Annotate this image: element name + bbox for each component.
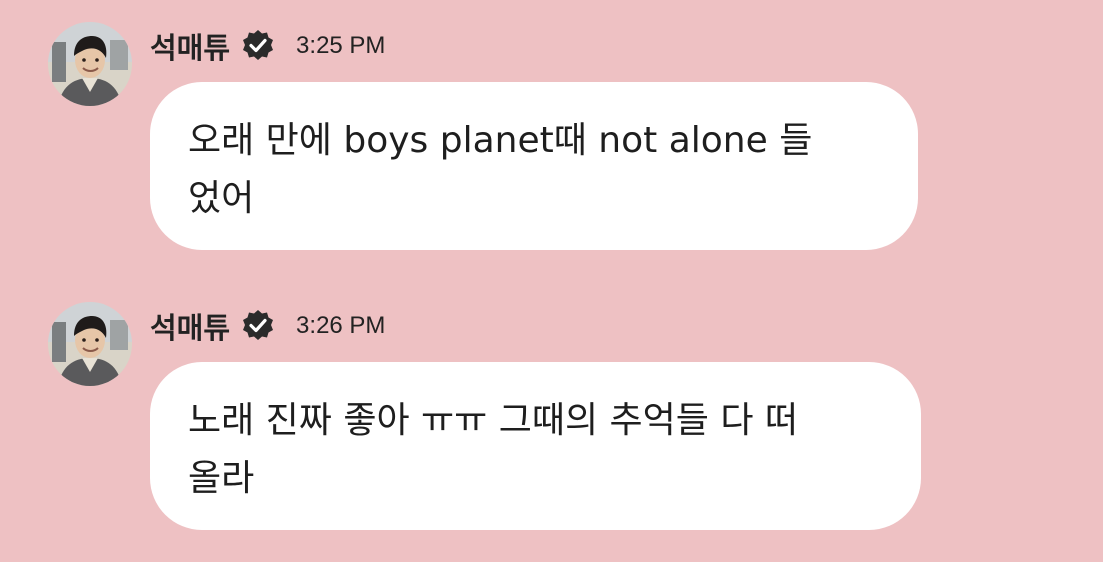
message-text: 오래 만에 boys planet때 not alone 들 었어 [188, 120, 813, 219]
avatar-photo [48, 302, 132, 386]
message-text: 노래 진짜 좋아 ㅠㅠ 그때의 추억들 다 떠 올라 [188, 400, 799, 499]
message-timestamp: 3:26 PM [296, 312, 386, 339]
avatar[interactable] [48, 22, 132, 106]
sender-name[interactable]: 석매튜 [150, 25, 230, 67]
sender-name[interactable]: 석매튜 [150, 305, 230, 347]
message-bubble[interactable]: 오래 만에 boys planet때 not alone 들 었어 [150, 82, 918, 250]
message-header: 석매튜 3:26 PM [150, 306, 385, 346]
message-bubble[interactable]: 노래 진짜 좋아 ㅠㅠ 그때의 추억들 다 떠 올라 [150, 362, 921, 530]
avatar-photo [48, 22, 132, 106]
verified-badge-icon [240, 28, 276, 64]
message-timestamp: 3:25 PM [296, 32, 386, 59]
message-header: 석매튜 3:25 PM [150, 26, 385, 66]
verified-badge-icon [240, 308, 276, 344]
avatar[interactable] [48, 302, 132, 386]
